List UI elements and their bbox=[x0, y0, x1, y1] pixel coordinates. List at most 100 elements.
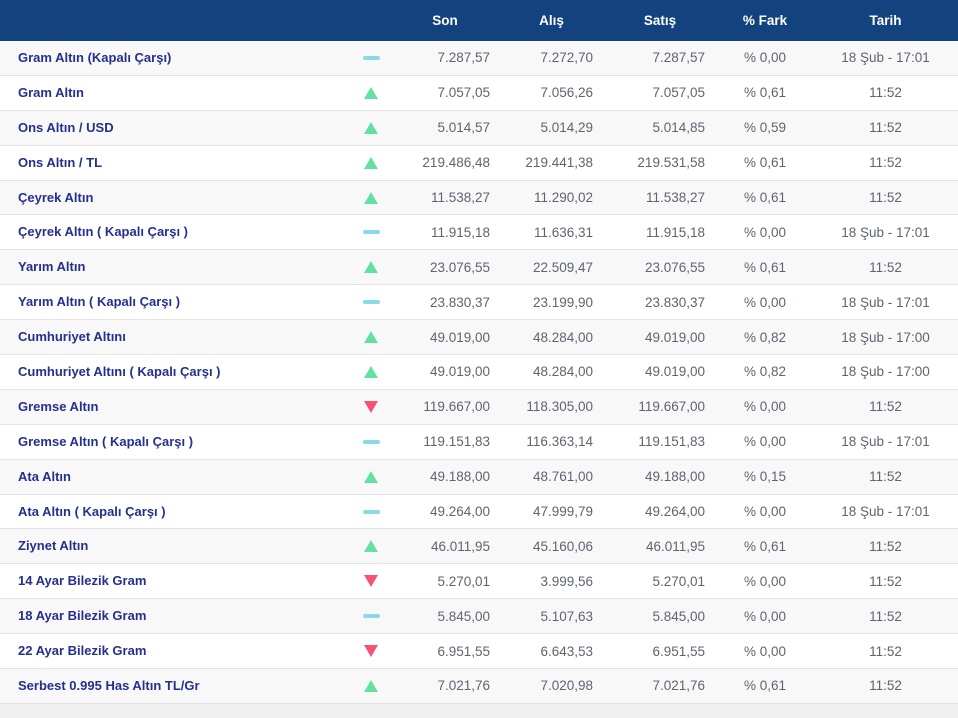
table-row[interactable]: Cumhuriyet Altını ( Kapalı Çarşı ) 49.01… bbox=[0, 355, 958, 390]
table-row[interactable]: 18 Ayar Bilezik Gram 5.845,00 5.107,63 5… bbox=[0, 599, 958, 635]
triangle-up-icon bbox=[364, 261, 378, 274]
column-header-tarih[interactable]: Tarih bbox=[813, 13, 958, 28]
instrument-link[interactable]: 18 Ayar Bilezik Gram bbox=[18, 608, 146, 623]
son-value: 6.951,55 bbox=[437, 643, 490, 659]
table-row[interactable]: Çeyrek Altın 11.538,27 11.290,02 11.538,… bbox=[0, 180, 958, 216]
satis-value: 5.845,00 bbox=[652, 608, 705, 624]
table-row[interactable]: Ons Altın / USD 5.014,57 5.014,29 5.014,… bbox=[0, 110, 958, 146]
instrument-link[interactable]: Yarım Altın bbox=[18, 259, 85, 274]
column-header-son[interactable]: Son bbox=[390, 13, 500, 28]
instrument-link[interactable]: Cumhuriyet Altını ( Kapalı Çarşı ) bbox=[18, 364, 221, 379]
instrument-link[interactable]: Ziynet Altın bbox=[18, 538, 88, 553]
alis-value: 11.636,31 bbox=[533, 224, 593, 240]
table-row[interactable]: 22 Ayar Bilezik Gram 6.951,55 6.643,53 6… bbox=[0, 634, 958, 670]
fark-value: % 0,61 bbox=[743, 190, 787, 205]
instrument-link[interactable]: 22 Ayar Bilezik Gram bbox=[18, 643, 146, 658]
son-value: 23.830,37 bbox=[429, 294, 490, 310]
table-row[interactable]: Gremse Altın 119.667,00 118.305,00 119.6… bbox=[0, 389, 958, 425]
table-row[interactable]: Çeyrek Altın ( Kapalı Çarşı ) 11.915,18 … bbox=[0, 215, 958, 251]
satis-value: 119.667,00 bbox=[638, 399, 705, 415]
fark-value: % 0,00 bbox=[743, 573, 787, 589]
satis-value: 7.287,57 bbox=[652, 50, 705, 66]
tarih-value: 18 Şub - 17:01 bbox=[841, 50, 930, 66]
dash-icon bbox=[362, 509, 380, 514]
satis-value: 49.264,00 bbox=[644, 504, 705, 520]
tarih-value: 11:52 bbox=[869, 608, 902, 624]
fark-value: % 0,00 bbox=[743, 434, 787, 450]
triangle-up-icon bbox=[364, 156, 378, 169]
alis-value: 48.761,00 bbox=[532, 469, 593, 485]
son-value: 7.287,57 bbox=[437, 50, 490, 66]
triangle-up-icon bbox=[364, 331, 378, 344]
dash-icon bbox=[362, 614, 380, 619]
instrument-link[interactable]: Serbest 0.995 Has Altın TL/Gr bbox=[18, 678, 200, 693]
table-row[interactable]: Gram Altın 7.057,05 7.056,26 7.057,05 % … bbox=[0, 75, 958, 111]
instrument-link[interactable]: Yarım Altın ( Kapalı Çarşı ) bbox=[18, 294, 180, 309]
son-value: 49.264,00 bbox=[429, 504, 490, 520]
table-row[interactable]: Serbest 0.995 Has Altın TL/Gr 7.021,76 7… bbox=[0, 669, 958, 704]
tarih-value: 11:52 bbox=[869, 678, 902, 694]
alis-value: 47.999,79 bbox=[532, 504, 593, 520]
son-value: 219.486,48 bbox=[422, 155, 490, 171]
instrument-link[interactable]: Gremse Altın ( Kapalı Çarşı ) bbox=[18, 434, 193, 449]
tarih-value: 11:52 bbox=[869, 538, 902, 554]
dash-icon bbox=[362, 300, 380, 305]
satis-value: 46.011,95 bbox=[645, 538, 705, 554]
tarih-value: 18 Şub - 17:01 bbox=[841, 224, 930, 240]
son-value: 11.538,27 bbox=[430, 190, 490, 205]
son-value: 7.057,05 bbox=[437, 85, 490, 101]
satis-value: 49.019,00 bbox=[644, 364, 705, 380]
table-row[interactable]: Yarım Altın 23.076,55 22.509,47 23.076,5… bbox=[0, 250, 958, 286]
alis-value: 23.199,90 bbox=[532, 294, 593, 310]
tarih-value: 18 Şub - 17:01 bbox=[841, 294, 930, 310]
table-row[interactable]: Gremse Altın ( Kapalı Çarşı ) 119.151,83… bbox=[0, 424, 958, 460]
table-row[interactable]: Ata Altın 49.188,00 48.761,00 49.188,00 … bbox=[0, 459, 958, 495]
table-row[interactable]: Ons Altın / TL 219.486,48 219.441,38 219… bbox=[0, 145, 958, 181]
tarih-value: 11:52 bbox=[869, 469, 902, 485]
instrument-link[interactable]: Çeyrek Altın bbox=[18, 190, 93, 205]
fark-value: % 0,61 bbox=[743, 259, 787, 275]
tarih-value: 11:52 bbox=[869, 399, 902, 415]
gold-prices-table: Son Alış Satış % Fark Tarih Gram Altın (… bbox=[0, 0, 958, 718]
instrument-link[interactable]: Ata Altın ( Kapalı Çarşı ) bbox=[18, 504, 166, 519]
alis-value: 7.020,98 bbox=[540, 678, 593, 694]
table-row[interactable]: Yarım Altın ( Kapalı Çarşı ) 23.830,37 2… bbox=[0, 285, 958, 321]
instrument-link[interactable]: Ons Altın / USD bbox=[18, 120, 114, 135]
son-value: 7.021,76 bbox=[437, 678, 490, 694]
tarih-value: 11:52 bbox=[869, 643, 902, 659]
table-row[interactable]: Ziynet Altın 46.011,95 45.160,06 46.011,… bbox=[0, 529, 958, 565]
column-header-fark[interactable]: % Fark bbox=[717, 13, 813, 28]
instrument-link[interactable]: 14 Ayar Bilezik Gram bbox=[18, 573, 146, 588]
instrument-link[interactable]: Çeyrek Altın ( Kapalı Çarşı ) bbox=[18, 224, 188, 239]
instrument-link[interactable]: Ata Altın bbox=[18, 469, 71, 484]
satis-value: 49.019,00 bbox=[644, 329, 705, 345]
table-row[interactable]: 14 Ayar Bilezik Gram 5.270,01 3.999,56 5… bbox=[0, 564, 958, 600]
column-header-alis[interactable]: Alış bbox=[500, 13, 603, 28]
tarih-value: 11:52 bbox=[869, 155, 902, 171]
instrument-link[interactable]: Gram Altın bbox=[18, 85, 84, 100]
triangle-up-icon bbox=[364, 121, 378, 134]
table-header-row: Son Alış Satış % Fark Tarih bbox=[0, 0, 958, 41]
alis-value: 5.107,63 bbox=[540, 608, 593, 624]
fark-value: % 0,61 bbox=[743, 538, 787, 554]
fark-value: % 0,59 bbox=[743, 120, 787, 136]
alis-value: 11.290,02 bbox=[533, 190, 593, 205]
instrument-link[interactable]: Cumhuriyet Altını bbox=[18, 329, 126, 344]
fark-value: % 0,00 bbox=[743, 50, 787, 66]
table-row[interactable]: Cumhuriyet Altını 49.019,00 48.284,00 49… bbox=[0, 320, 958, 356]
triangle-down-icon bbox=[364, 400, 378, 413]
table-row[interactable]: Ata Altın ( Kapalı Çarşı ) 49.264,00 47.… bbox=[0, 494, 958, 530]
instrument-link[interactable]: Gremse Altın bbox=[18, 399, 98, 414]
table-row[interactable]: Gram Altın (Kapalı Çarşı) 7.287,57 7.272… bbox=[0, 41, 958, 76]
column-header-satis[interactable]: Satış bbox=[603, 13, 717, 28]
triangle-up-icon bbox=[364, 86, 378, 99]
tarih-value: 11:52 bbox=[869, 85, 902, 101]
triangle-up-icon bbox=[364, 679, 378, 692]
triangle-up-icon bbox=[364, 540, 378, 553]
alis-value: 45.160,06 bbox=[532, 538, 593, 554]
tarih-value: 11:52 bbox=[869, 573, 902, 589]
instrument-link[interactable]: Gram Altın (Kapalı Çarşı) bbox=[18, 50, 171, 65]
son-value: 49.019,00 bbox=[429, 329, 490, 345]
alis-value: 118.305,00 bbox=[526, 399, 593, 415]
instrument-link[interactable]: Ons Altın / TL bbox=[18, 155, 102, 170]
